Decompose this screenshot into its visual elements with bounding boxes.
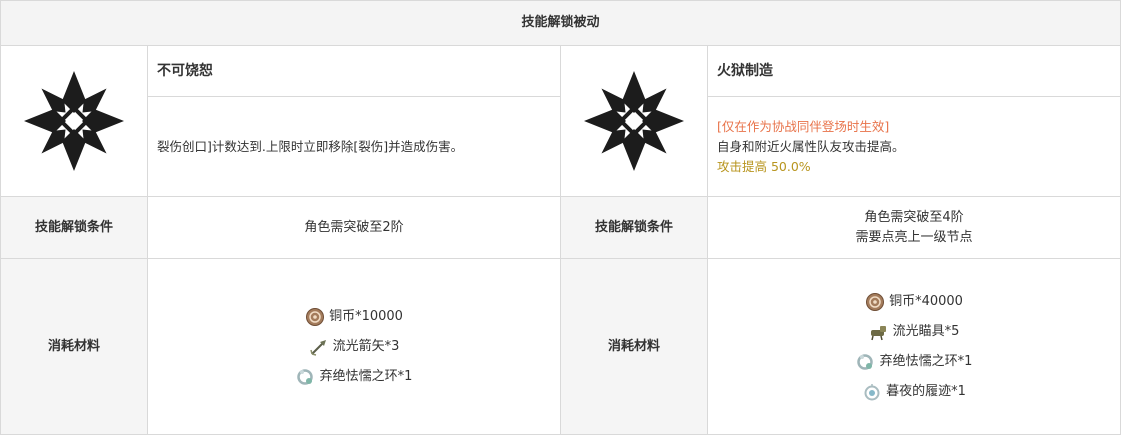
skill-1-materials-label: 消耗材料 — [0, 258, 148, 435]
skill-2-note: [仅在作为协战同伴登场时生效] — [717, 118, 890, 134]
skill-1-icon-cell — [0, 45, 148, 197]
skill-2-description: 自身和附近火属性队友攻击提高。 — [717, 138, 905, 154]
scope-icon — [870, 325, 886, 340]
material-item: 暮夜的履迹*1 — [862, 381, 966, 403]
ring-icon — [856, 353, 873, 370]
material-item: 铜币*10000 — [305, 306, 403, 328]
ring-icon — [296, 368, 313, 385]
material-text: 流光箭矢*3 — [332, 338, 400, 354]
material-list: 铜币*40000 流光瞄具*5 弃绝怯懦之环*1 暮夜的履迹*1 — [856, 291, 973, 403]
table-title: 技能解锁被动 — [0, 0, 1121, 46]
material-item: 弃绝怯懦之环*1 — [856, 351, 973, 373]
material-item: 铜币*40000 — [865, 291, 963, 313]
material-text: 铜币*40000 — [889, 293, 963, 309]
material-text: 弃绝怯懦之环*1 — [879, 353, 973, 369]
material-item: 流光箭矢*3 — [309, 336, 400, 358]
skill-1-condition: 角色需突破至2阶 — [304, 219, 404, 235]
skill-1-description: 裂伤创口]计数达到.上限时立即移除[裂伤]并造成伤害。 — [157, 138, 464, 154]
material-item: 流光瞄具*5 — [869, 321, 960, 343]
skill-1-condition-label: 技能解锁条件 — [0, 196, 148, 259]
footprint-charm-icon — [864, 383, 880, 400]
copper-coin-icon — [866, 292, 885, 311]
skill-2-description-box: [仅在作为协战同伴登场时生效] 自身和附近火属性队友攻击提高。 攻击提高 50.… — [708, 97, 1120, 196]
skill-2-condition-label: 技能解锁条件 — [560, 196, 708, 259]
material-text: 暮夜的履迹*1 — [886, 383, 966, 399]
skill-2-bonus: 攻击提高 50.0% — [717, 158, 811, 174]
star-emblem-icon — [584, 71, 684, 171]
skill-2-icon-cell — [560, 45, 708, 197]
skill-2-conditions: 角色需突破至4阶 需要点亮上一级节点 — [706, 196, 1121, 259]
skill-2-condition-2: 需要点亮上一级节点 — [855, 229, 973, 245]
skill-2-name: 火狱制造 — [708, 46, 1121, 97]
skill-1-conditions: 角色需突破至2阶 — [147, 196, 561, 259]
skill-2-info: 火狱制造 [仅在作为协战同伴登场时生效] 自身和附近火属性队友攻击提高。 攻击提… — [706, 45, 1121, 197]
skill-2-materials-label: 消耗材料 — [560, 258, 708, 435]
copper-coin-icon — [306, 307, 325, 326]
material-text: 流光瞄具*5 — [892, 323, 960, 339]
material-list: 铜币*10000 流光箭矢*3 弃绝怯懦之环*1 — [296, 306, 413, 388]
material-text: 弃绝怯懦之环*1 — [319, 368, 413, 384]
star-emblem-icon — [24, 71, 124, 171]
skill-2-condition-1: 角色需突破至4阶 — [864, 209, 964, 225]
skill-1-name: 不可饶恕 — [148, 46, 560, 97]
skill-unlock-table: 技能解锁被动 不可饶恕 裂伤创口]计数达到.上限时立即移除[裂伤]并造成伤害。 … — [0, 0, 1121, 435]
skill-1-materials: 铜币*10000 流光箭矢*3 弃绝怯懦之环*1 — [147, 258, 561, 435]
material-text: 铜币*10000 — [329, 308, 403, 324]
skill-1-description-box: 裂伤创口]计数达到.上限时立即移除[裂伤]并造成伤害。 — [148, 97, 560, 196]
skill-1-info: 不可饶恕 裂伤创口]计数达到.上限时立即移除[裂伤]并造成伤害。 — [147, 45, 561, 197]
arrow-icon — [309, 339, 326, 356]
skill-2-materials: 铜币*40000 流光瞄具*5 弃绝怯懦之环*1 暮夜的履迹*1 — [706, 258, 1121, 435]
material-item: 弃绝怯懦之环*1 — [296, 366, 413, 388]
